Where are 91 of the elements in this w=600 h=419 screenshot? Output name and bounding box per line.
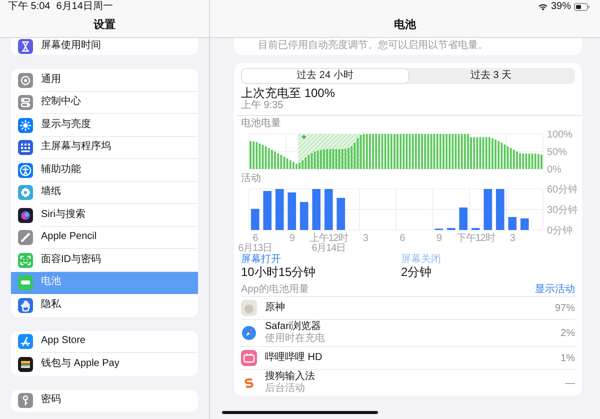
face-outline-icon [18, 252, 33, 268]
tv-icon [241, 350, 257, 366]
activity-bar [496, 189, 504, 230]
activity-bar [250, 208, 260, 230]
app-name: Safari浏览器 [265, 321, 322, 332]
activity-bar [324, 189, 333, 230]
charging-plus-icon [301, 134, 307, 140]
x-axis-label: 9 [436, 233, 442, 244]
app-row[interactable]: 哔哩哔哩 HD 1% [241, 346, 575, 369]
stat-label[interactable]: 屏幕打开 [241, 254, 401, 265]
y-axis-label: 0% [547, 164, 562, 173]
notice-text: 目前已停用自动亮度调节。您可以启用以节省电量。 [258, 40, 489, 52]
hand-icon [18, 298, 33, 313]
app-name: 搜狗输入法 [265, 371, 316, 382]
orb-icon [18, 208, 33, 223]
sidebar-item[interactable]: 密码 [11, 390, 198, 412]
segment-tab[interactable]: 过去 24 小时 [242, 69, 408, 83]
app-grid-icon [18, 140, 33, 156]
activity-bar [275, 189, 284, 230]
sidebar-item[interactable]: Siri与搜索 [11, 204, 198, 226]
x-axis-label: 3 [362, 233, 368, 244]
sticks-icon [18, 334, 33, 350]
sidebar-item[interactable]: 墙纸 [11, 182, 198, 204]
activity-bar [508, 217, 517, 230]
sidebar-item[interactable]: 隐私 [11, 294, 198, 316]
app-row[interactable]: Safari浏览器 使用时在充电 2% [241, 319, 575, 346]
brightness-icon [18, 118, 33, 133]
usage-percent: 97% [554, 302, 575, 314]
stat-value: 2分钟 [401, 265, 433, 280]
activity-bar [300, 202, 308, 230]
app-row[interactable]: 搜狗输入法 后台活动 — [241, 369, 575, 396]
sidebar-item[interactable]: 辅助功能 [11, 159, 198, 182]
last-charge-title: 上次充电至 100% [241, 86, 336, 100]
sidebar-item[interactable]: 主屏幕与程序坞 [11, 136, 198, 159]
compass-icon [241, 325, 257, 341]
usage-percent: — [565, 378, 575, 388]
app-icon-placeholder [241, 300, 257, 316]
battery-icon [18, 275, 33, 290]
activity-bar [312, 189, 321, 230]
toggles-icon [18, 95, 33, 110]
chart-title: 活动 [241, 173, 262, 184]
status-time: 下午 5:04 [8, 1, 50, 13]
last-charge-time: 上午 9:35 [241, 100, 284, 112]
activity-bar [336, 198, 346, 230]
x-axis-label: 下午12时 [456, 233, 495, 244]
sidebar-item[interactable]: App Store [11, 330, 198, 353]
activity-bar [484, 189, 492, 230]
app-name: 哔哩哔哩 HD [265, 352, 324, 364]
sidebar-item[interactable]: 通用 [11, 69, 198, 92]
sidebar-item[interactable]: 屏幕使用时间 [11, 38, 198, 55]
x-axis-label: 3 [510, 233, 515, 244]
activity-bar [471, 228, 480, 230]
app-row[interactable]: 原神 97% [241, 296, 575, 319]
x-axis-label: 9 [289, 233, 294, 244]
sidebar-item[interactable]: 控制中心 [11, 92, 198, 114]
activity-bar [288, 192, 296, 230]
show-activity-link[interactable]: 显示活动 [535, 284, 575, 296]
sidebar-title: 设置 [94, 18, 116, 32]
activity-bar [446, 228, 456, 230]
app-subtitle: 使用时在充电 [265, 333, 326, 345]
app-name: 原神 [265, 302, 286, 314]
x-axis-label: 上午12时 6月14日 [310, 233, 348, 252]
x-axis-label: 6 [400, 233, 405, 244]
flower-icon [18, 185, 33, 200]
y-axis-label: 0分钟 [547, 226, 573, 236]
segment-tab[interactable]: 过去 3 天 [408, 69, 574, 83]
sidebar-item[interactable]: 显示与亮度 [11, 114, 198, 136]
page-title: 电池 [394, 18, 416, 32]
battery-percent: 39% [550, 1, 571, 13]
status-date: 6月14日周一 [56, 1, 113, 13]
activity-bar [459, 207, 468, 230]
accessibility-person-icon [18, 162, 33, 178]
wifi-icon [538, 3, 548, 11]
sidebar-item[interactable]: Apple Pencil [11, 226, 198, 249]
battery-status-icon [574, 3, 590, 11]
activity-bar [263, 191, 272, 230]
usage-percent: 2% [560, 328, 575, 338]
section-header: App的电池用量 [241, 284, 309, 296]
y-axis-label: 50% [547, 147, 568, 158]
sidebar-item[interactable]: 钱包与 Apple Pay [11, 353, 198, 376]
pencil-icon [18, 230, 33, 246]
usage-percent: 1% [560, 352, 575, 364]
gear-icon [18, 72, 33, 88]
app-subtitle: 后台活动 [265, 383, 306, 395]
stat-value: 10小时15分钟 [241, 265, 317, 280]
activity-bar [520, 218, 529, 230]
wallet-icon [18, 356, 33, 372]
chart-title: 电池电量 [241, 118, 282, 129]
y-axis-label: 100% [547, 130, 573, 140]
x-axis-label: 6 6月13日 [238, 233, 272, 252]
key-icon [18, 393, 33, 408]
